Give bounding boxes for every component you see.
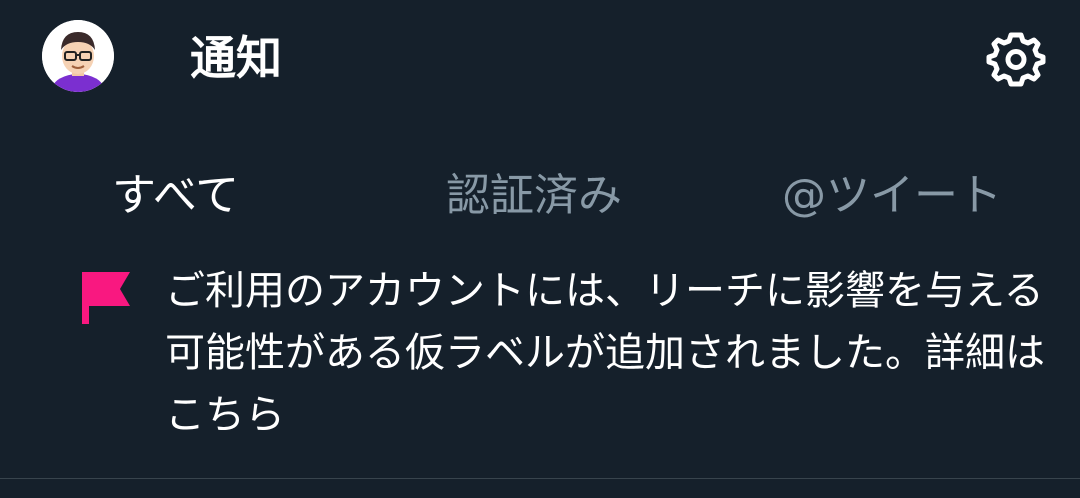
settings-button[interactable] [986,28,1046,88]
avatar[interactable] [42,20,114,92]
tab-verified[interactable]: 認証済み [446,160,622,232]
divider [0,478,1080,479]
page-title: 通知 [190,31,282,85]
flag-icon [80,268,134,328]
gear-icon [986,32,1046,87]
tab-mentions[interactable]: @ツイート [782,160,1002,232]
user-avatar-icon [42,20,114,92]
notification-text[interactable]: ご利用のアカウントには、リーチに影響を与える可能性がある仮ラベルが追加されました… [165,260,1045,446]
notification-tabs: すべて 認証済み @ツイート [0,160,1080,232]
tab-all[interactable]: すべて [112,160,239,232]
